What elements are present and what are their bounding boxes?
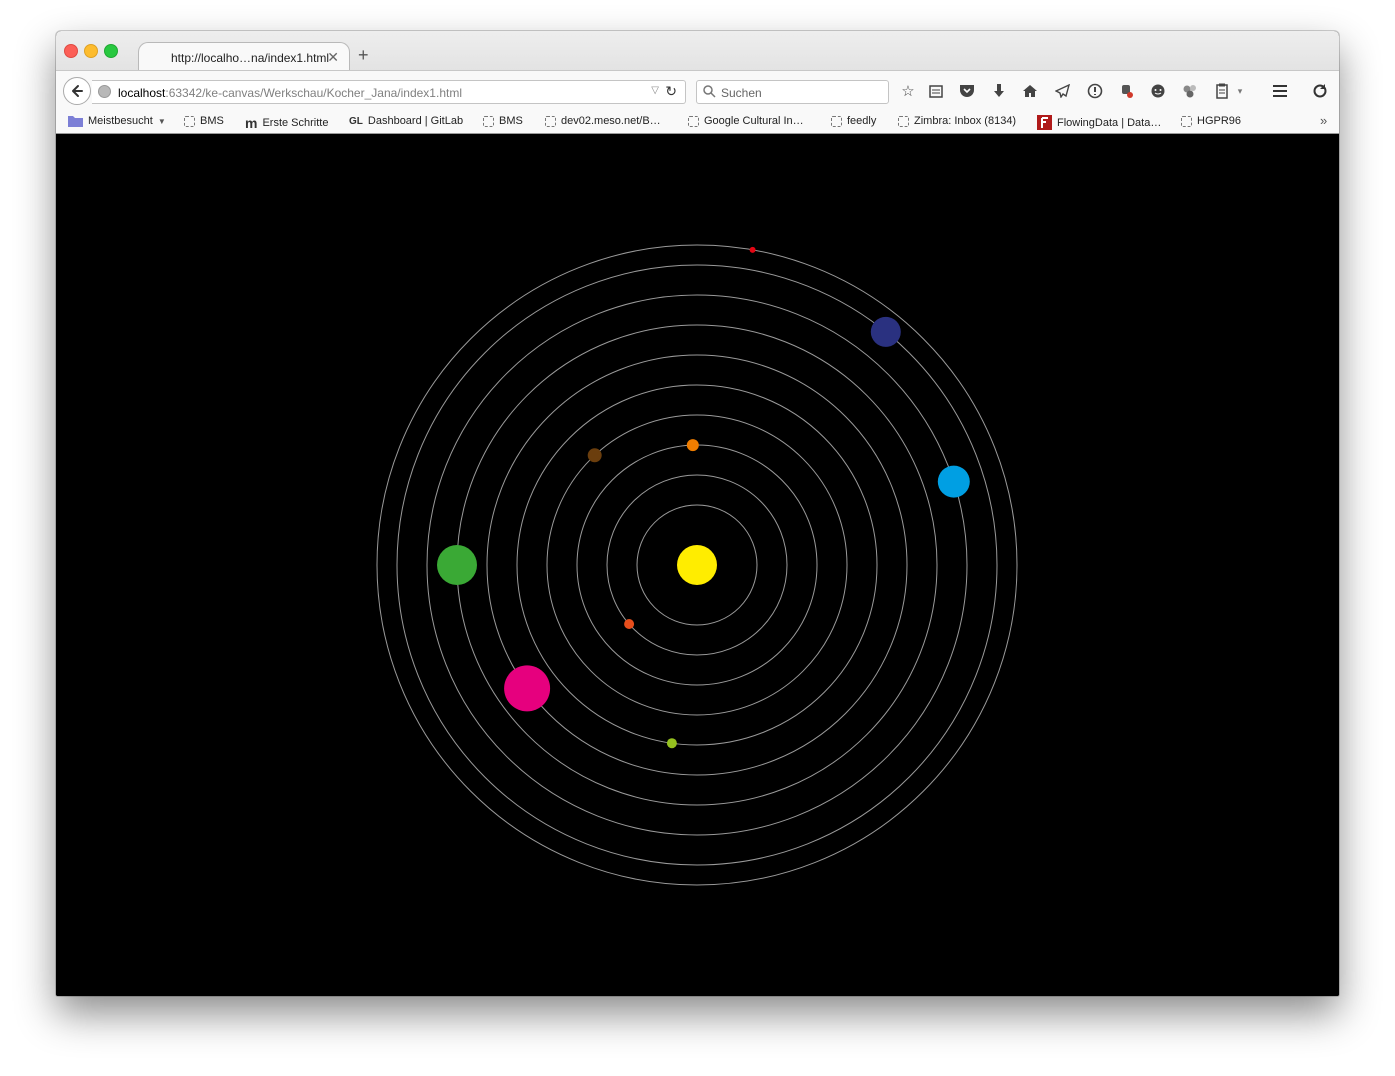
planet-5 <box>504 665 551 712</box>
solar-system-canvas <box>376 244 1018 886</box>
bookmark-item[interactable]: FlowingData | Data… <box>1037 115 1161 130</box>
bookmark-item[interactable]: m Erste Schritte <box>245 115 328 131</box>
page-icon <box>184 115 195 127</box>
sync-icon[interactable] <box>1310 81 1330 101</box>
planet-2 <box>686 439 699 452</box>
planet-1 <box>624 619 635 629</box>
planet-7 <box>937 465 970 498</box>
bookmark-item[interactable]: BMS <box>184 115 224 127</box>
maximize-window-button[interactable] <box>104 44 118 58</box>
flowingdata-icon <box>1037 115 1052 130</box>
search-input[interactable]: Suchen <box>696 80 889 104</box>
bookmark-label: feedly <box>847 115 877 127</box>
planet-4 <box>666 738 677 749</box>
clipboard-dropdown-icon[interactable]: ▾ <box>1234 81 1246 101</box>
planet-8 <box>870 316 901 347</box>
bookmark-label: BMS <box>499 115 523 127</box>
minimize-window-button[interactable] <box>84 44 98 58</box>
page-icon <box>688 115 699 127</box>
bookmark-label: FlowingData | Data… <box>1057 116 1162 129</box>
bookmark-item[interactable]: dev02.meso.net/B… <box>545 115 661 127</box>
bookmark-item[interactable]: feedly <box>831 115 876 127</box>
url-host: localhost <box>118 86 166 100</box>
search-placeholder: Suchen <box>721 86 762 100</box>
bookmark-item[interactable]: Google Cultural In… <box>688 115 804 127</box>
bookmark-label: dev02.meso.net/B… <box>561 115 661 127</box>
page-icon <box>545 115 556 127</box>
page-icon <box>483 115 494 127</box>
extension-icon[interactable] <box>1180 81 1200 101</box>
pocket-icon[interactable] <box>957 81 977 101</box>
url-history-dropdown-icon[interactable]: ▽ <box>651 85 659 96</box>
bookmark-label: Google Cultural In… <box>704 115 804 127</box>
tab-close-icon[interactable]: ✕ <box>327 49 339 66</box>
bookmark-label: Erste Schritte <box>262 117 329 129</box>
bookmark-label: HGPR96 <box>1197 115 1242 127</box>
reload-icon[interactable]: ↻ <box>665 83 677 100</box>
chat-icon[interactable] <box>1148 81 1168 101</box>
planet-9 <box>749 246 756 253</box>
new-tab-button[interactable]: + <box>358 45 369 66</box>
menu-icon[interactable] <box>1270 81 1290 101</box>
tab-title: http://localho…na/index1.html <box>171 51 330 65</box>
bookmarks-toolbar: Meistbesucht ▼ BMS m Erste Schritte GL D… <box>56 112 1339 134</box>
url-text[interactable]: localhost:63342/ke-canvas/Werkschau/Koch… <box>118 86 462 100</box>
bookmark-item[interactable]: BMS <box>483 115 523 127</box>
planet-3 <box>587 448 602 463</box>
search-icon <box>703 85 716 98</box>
page-icon <box>831 115 842 127</box>
sun <box>677 545 717 585</box>
download-icon[interactable] <box>989 81 1009 101</box>
send-icon[interactable] <box>1052 81 1072 101</box>
page-icon <box>1181 115 1192 127</box>
url-bar[interactable]: localhost:63342/ke-canvas/Werkschau/Koch… <box>92 80 686 104</box>
planet-6 <box>437 545 477 585</box>
home-icon[interactable] <box>1020 81 1040 101</box>
bookmark-item[interactable]: Zimbra: Inbox (8134) <box>898 115 1016 127</box>
folder-icon <box>68 115 83 127</box>
bookmarks-overflow-icon[interactable]: » <box>1320 113 1327 128</box>
tab-active[interactable]: http://localho…na/index1.html ✕ <box>138 42 350 72</box>
bookmark-star-icon[interactable]: ☆ <box>898 81 918 101</box>
info-icon[interactable] <box>1085 81 1105 101</box>
browser-window: http://localho…na/index1.html ✕ + localh… <box>56 31 1339 996</box>
bookmark-label: BMS <box>200 115 224 127</box>
clipboard-icon[interactable] <box>1212 81 1232 101</box>
reading-list-icon[interactable] <box>926 81 946 101</box>
bookmark-label: Dashboard | GitLab <box>367 115 464 127</box>
page-icon <box>898 115 909 127</box>
bookmark-label: Meistbesucht <box>88 115 153 127</box>
navigation-toolbar: localhost:63342/ke-canvas/Werkschau/Koch… <box>56 70 1339 113</box>
close-window-button[interactable] <box>64 44 78 58</box>
page-content <box>56 134 1339 996</box>
bookmark-label: Zimbra: Inbox (8134) <box>914 115 1017 127</box>
back-button[interactable] <box>63 77 91 105</box>
m-logo-icon: m <box>245 115 258 131</box>
globe-icon <box>98 85 111 98</box>
back-arrow-icon <box>72 85 83 97</box>
addon-icon[interactable] <box>1116 81 1136 101</box>
bookmark-item[interactable]: HGPR96 <box>1181 115 1241 127</box>
url-path: :63342/ke-canvas/Werkschau/Kocher_Jana/i… <box>165 86 462 100</box>
title-bar: http://localho…na/index1.html ✕ + <box>56 31 1339 72</box>
bookmark-item[interactable]: Meistbesucht ▼ <box>68 115 166 127</box>
bookmark-item[interactable]: GL Dashboard | GitLab <box>349 115 463 127</box>
gitlab-icon: GL <box>349 115 363 127</box>
planets <box>437 246 970 749</box>
chevron-down-icon: ▼ <box>157 116 166 126</box>
